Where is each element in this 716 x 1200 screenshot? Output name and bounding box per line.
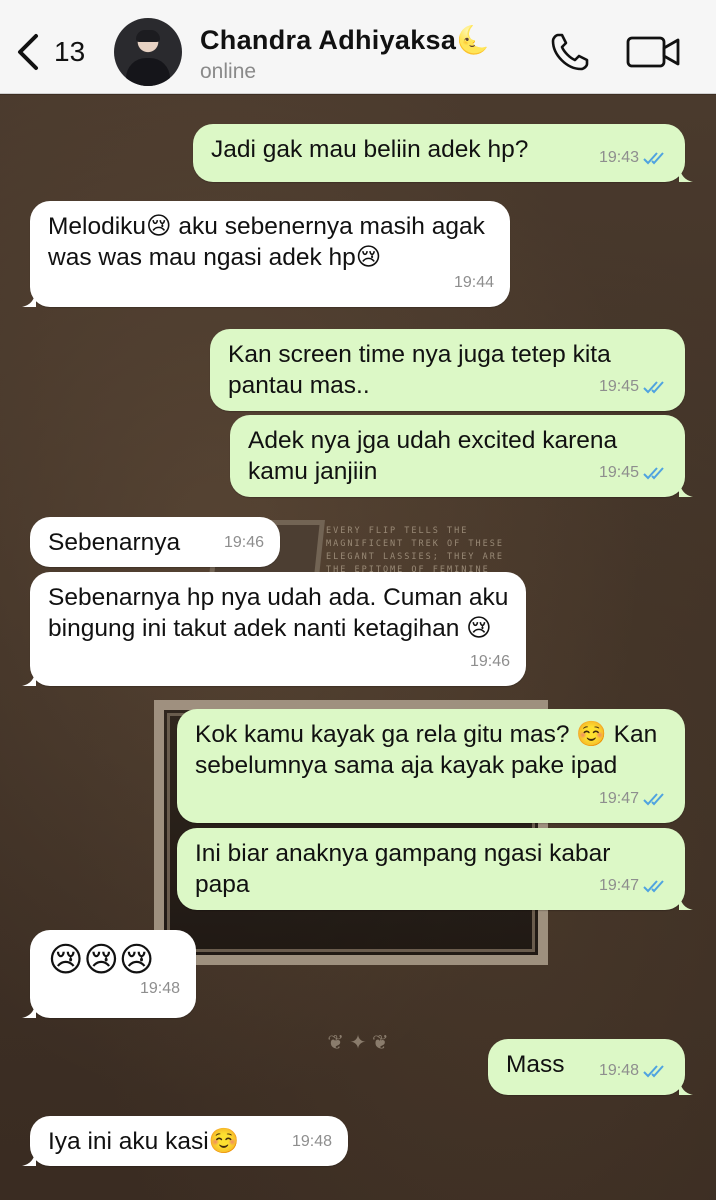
double-check-icon — [643, 792, 664, 805]
message-time: 19:45 — [598, 378, 639, 395]
message-bubble-outgoing[interactable]: Ini biar anaknya gampang ngasi kabar pap… — [177, 828, 693, 910]
message-meta: 19:46 — [224, 527, 264, 558]
avatar[interactable] — [114, 18, 182, 86]
message-meta: 19:48 — [599, 1055, 669, 1086]
message-text: Kok kamu kayak ga rela gitu mas? ☺️ Kan … — [195, 721, 658, 779]
message-meta: 19:47 — [599, 783, 669, 814]
message-bubble-outgoing[interactable]: Kan screen time nya juga tetep kita pant… — [210, 329, 685, 411]
contact-status: online — [200, 60, 257, 83]
message-meta: 19:43 — [599, 142, 669, 173]
message-meta: 19:45 — [599, 371, 669, 402]
message-text: Sebenarnya hp nya udah ada. Cuman aku bi… — [48, 584, 509, 642]
bubble-tail — [679, 1079, 693, 1095]
wallpaper-text: EVERY FLIP TELLS THE MAGNIFICENT TREK OF… — [326, 526, 504, 575]
message-meta: 19:48 — [140, 969, 180, 1009]
message-time: 19:46 — [469, 653, 510, 670]
bubble-tail — [22, 291, 36, 307]
message-bubble-incoming[interactable]: Sebenarnya hp nya udah ada. Cuman aku bi… — [22, 572, 526, 686]
avatar-body — [126, 58, 170, 86]
bubble-tail — [679, 894, 693, 910]
message-bubble-incoming[interactable]: Sebenarnya 19:46 — [30, 517, 280, 567]
message-bubble-outgoing[interactable]: Mass 19:48 — [488, 1039, 693, 1095]
message-meta: 19:46 — [470, 646, 510, 677]
chat-header: 13 Chandra Adhiyaksa🌜 online — [0, 0, 716, 94]
message-time: 19:47 — [598, 877, 639, 894]
message-text: Melodiku😢 aku sebenernya masih agak was … — [48, 213, 485, 271]
bubble-tail — [679, 481, 693, 497]
message-text: Ini biar anaknya gampang ngasi kabar pap… — [195, 840, 611, 898]
message-bubble-outgoing[interactable]: Kok kamu kayak ga rela gitu mas? ☺️ Kan … — [177, 709, 685, 823]
wallpaper-ornament: ❦ ✦ ❦ — [327, 1032, 389, 1054]
video-call-button[interactable] — [626, 34, 682, 70]
double-check-icon — [643, 151, 664, 164]
double-check-icon — [643, 879, 664, 892]
double-check-icon — [643, 466, 664, 479]
bubble-tail — [679, 166, 693, 182]
message-time: 19:44 — [453, 274, 494, 291]
message-bubble-incoming[interactable]: Melodiku😢 aku sebenernya masih agak was … — [22, 201, 510, 307]
message-meta: 19:47 — [599, 870, 669, 901]
double-check-icon — [643, 380, 664, 393]
phone-icon — [551, 33, 589, 71]
message-time: 19:47 — [598, 790, 639, 807]
bubble-tail — [22, 1002, 36, 1018]
message-meta: 19:48 — [292, 1126, 332, 1157]
double-check-icon — [643, 1064, 664, 1077]
unread-count: 13 — [54, 36, 86, 67]
back-button[interactable]: 13 — [14, 30, 94, 74]
message-time: 19:43 — [598, 149, 639, 166]
message-bubble-incoming[interactable]: 😢😢😢 19:48 — [22, 930, 196, 1018]
chat-area[interactable]: EVERY FLIP TELLS THE MAGNIFICENT TREK OF… — [0, 95, 716, 1200]
bubble-tail — [22, 1150, 36, 1166]
bubble-tail — [22, 670, 36, 686]
message-time: 19:46 — [223, 534, 264, 551]
avatar-hair — [136, 30, 160, 42]
message-time: 19:45 — [598, 464, 639, 481]
message-text: Iya ini aku kasi☺️ — [48, 1128, 240, 1155]
message-bubble-outgoing[interactable]: Adek nya jga udah excited karena kamu ja… — [230, 415, 693, 497]
contact-name[interactable]: Chandra Adhiyaksa🌜 — [200, 24, 490, 56]
message-bubble-incoming[interactable]: Iya ini aku kasi☺️ 19:48 — [22, 1116, 348, 1166]
message-meta: 19:44 — [454, 267, 494, 298]
voice-call-button[interactable] — [548, 30, 592, 74]
chevron-left-icon — [18, 34, 38, 70]
message-bubble-outgoing[interactable]: Jadi gak mau beliin adek hp? 19:43 — [193, 124, 693, 182]
message-meta: 19:45 — [599, 457, 669, 488]
message-time: 19:48 — [139, 980, 180, 997]
video-camera-icon — [626, 36, 680, 68]
message-time: 19:48 — [291, 1133, 332, 1150]
message-time: 19:48 — [598, 1062, 639, 1079]
